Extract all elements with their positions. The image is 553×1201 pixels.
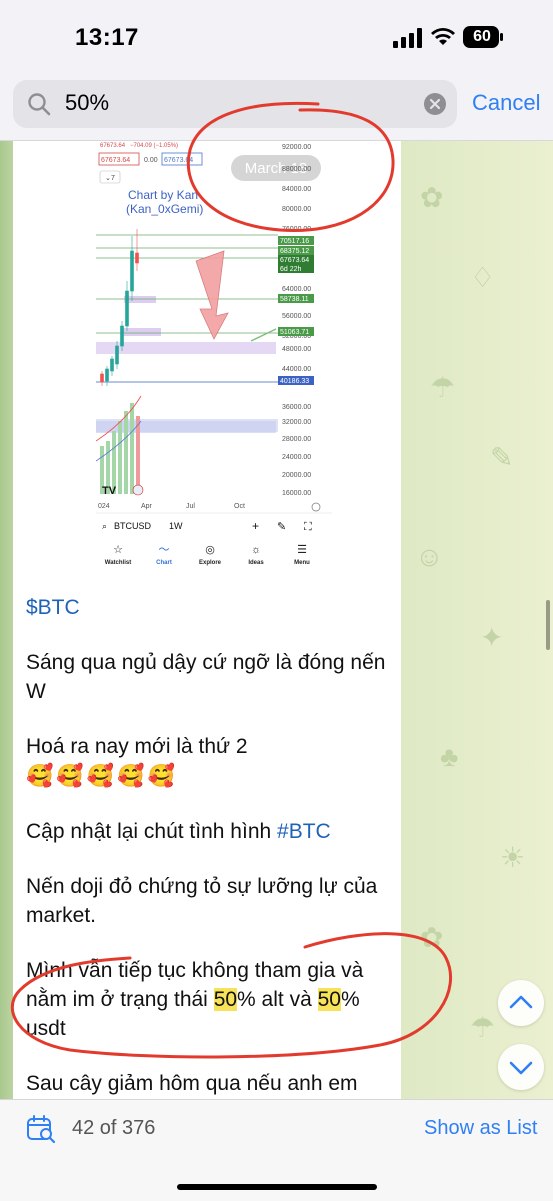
price-tag: 58738.11 — [280, 296, 309, 303]
svg-text:✎: ✎ — [277, 521, 286, 533]
search-highlight: 50 — [317, 988, 341, 1011]
price-axis-label: 64000.00 — [282, 286, 311, 293]
price-box-mid: 0.00 — [144, 157, 158, 164]
clear-search-icon[interactable] — [424, 93, 446, 115]
previous-result-button[interactable] — [498, 980, 544, 1026]
watermark-line2: (Kan_0xGemi) — [126, 202, 203, 216]
chart-symbol: BTCUSD — [114, 521, 152, 531]
search-query: 50% — [65, 90, 110, 115]
message-paragraph-2: Hoá ra nay mới là thứ 2 🥰🥰🥰🥰🥰 — [26, 732, 396, 791]
clock: 13:17 — [75, 24, 139, 51]
ticker-change: −704.09 (−1.05%) — [130, 143, 178, 149]
price-axis-label: 92000.00 — [282, 144, 311, 151]
price-axis-label: 44000.00 — [282, 366, 311, 373]
price-axis-label: 36000.00 — [282, 404, 311, 411]
svg-text:⌕: ⌕ — [102, 521, 107, 531]
ticker-price: 67673.64 — [100, 143, 126, 149]
price-tag: 6d 22h — [280, 266, 302, 273]
menu-icon: ☰ — [297, 544, 307, 556]
price-axis-label: 84000.00 — [282, 186, 311, 193]
search-highlight: 50 — [213, 988, 238, 1011]
price-tag: 68375.12 — [280, 248, 309, 255]
show-as-list-button[interactable]: Show as List — [424, 1117, 537, 1140]
chevron-down-icon — [509, 1061, 533, 1075]
price-axis-label: 56000.00 — [282, 313, 311, 320]
time-axis-label: Apr — [141, 503, 153, 510]
message-paragraph-6: Sau cây giảm hôm qua nếu anh em — [26, 1072, 358, 1095]
photo-tab-label: Ideas — [248, 560, 264, 566]
scrollbar[interactable] — [546, 600, 550, 650]
price-axis-label: 88000.00 — [282, 166, 311, 173]
paragraph-3-text: Cập nhật lại chút tình hình — [26, 820, 278, 843]
price-axis-label: 20000.00 — [282, 472, 311, 479]
price-axis-label: 16000.00 — [282, 490, 311, 497]
svg-text:TV: TV — [102, 485, 117, 497]
bulb-icon: ☼ — [251, 544, 261, 556]
battery-icon: 60 — [463, 26, 503, 48]
wifi-icon — [431, 28, 455, 45]
svg-text:+: + — [252, 519, 259, 533]
message-text: $BTC Sáng qua ngủ dậy cứ ngỡ là đóng nến… — [26, 593, 396, 1124]
chart-interval: 1W — [169, 521, 183, 531]
paragraph-2-text: Hoá ra nay mới là thứ 2 — [26, 735, 248, 758]
message-paragraph-1: Sáng qua ngủ dậy cứ ngỡ là đóng nến W — [26, 651, 386, 703]
emoji-row: 🥰🥰🥰🥰🥰 — [26, 763, 178, 788]
photo-tab-label: Chart — [156, 560, 172, 566]
result-counter: 42 of 376 — [72, 1117, 156, 1139]
message-paragraph-3: Cập nhật lại chút tình hình #BTC — [26, 817, 396, 846]
price-axis-label: 76000.00 — [282, 226, 311, 233]
price-tag: 67673.64 — [280, 257, 309, 264]
price-axis-label: 24000.00 — [282, 454, 311, 461]
calendar-search-icon[interactable] — [26, 1114, 56, 1144]
search-input[interactable]: 50% — [13, 80, 457, 128]
search-icon — [28, 93, 51, 116]
next-result-button[interactable] — [498, 1044, 544, 1090]
svg-text:⛶: ⛶ — [304, 521, 312, 533]
time-axis-label: 024 — [98, 503, 110, 510]
message-paragraph-5: Mình vẫn tiếp tục không tham gia và nằm … — [26, 956, 396, 1043]
cellular-signal-icon — [393, 28, 422, 48]
price-tag: 40186.33 — [280, 378, 309, 385]
compass-icon: ◎ — [205, 544, 215, 556]
time-axis-label: Jul — [186, 503, 195, 510]
message-ticker[interactable]: $BTC — [26, 593, 396, 622]
time-axis-label: Oct — [234, 503, 245, 510]
price-box-left: 67673.64 — [101, 157, 130, 164]
photo-tab-label: Explore — [199, 560, 222, 566]
photo-tab-label: Watchlist — [105, 560, 131, 566]
price-axis-label: 80000.00 — [282, 206, 311, 213]
paragraph-5-text-b: % alt và — [237, 988, 318, 1011]
chart-icon: 〜 — [159, 544, 170, 556]
indicator-count: 7 — [111, 175, 115, 182]
watermark-line1: Chart by Kan — [128, 188, 198, 202]
battery-level: 60 — [473, 28, 491, 45]
home-indicator — [177, 1184, 377, 1190]
hashtag-link[interactable]: #BTC — [277, 820, 331, 843]
svg-text:⌄: ⌄ — [105, 175, 111, 182]
photo-tab-label: Menu — [294, 560, 310, 566]
chevron-up-icon — [509, 995, 533, 1009]
price-tag: 51063.71 — [280, 329, 309, 336]
star-icon: ☆ — [113, 544, 123, 556]
message-paragraph-4: Nến doji đỏ chứng tỏ sự lưỡng lự của mar… — [26, 875, 378, 927]
price-axis-label: 48000.00 — [282, 346, 311, 353]
status-bar: 13:17 60 — [0, 0, 553, 78]
cancel-button[interactable]: Cancel — [472, 90, 540, 116]
price-axis-label: 32000.00 — [282, 419, 311, 426]
message-photo[interactable]: 67673.64 −704.09 (−1.05%) 67673.64 0.00 … — [96, 141, 332, 581]
price-tag: 70517.16 — [280, 238, 309, 245]
message-bubble: 67673.64 −704.09 (−1.05%) 67673.64 0.00 … — [13, 141, 401, 1099]
price-axis-label: 28000.00 — [282, 436, 311, 443]
price-box-right: 67673.64 — [164, 157, 193, 164]
search-bar: 50% Cancel — [0, 78, 553, 141]
